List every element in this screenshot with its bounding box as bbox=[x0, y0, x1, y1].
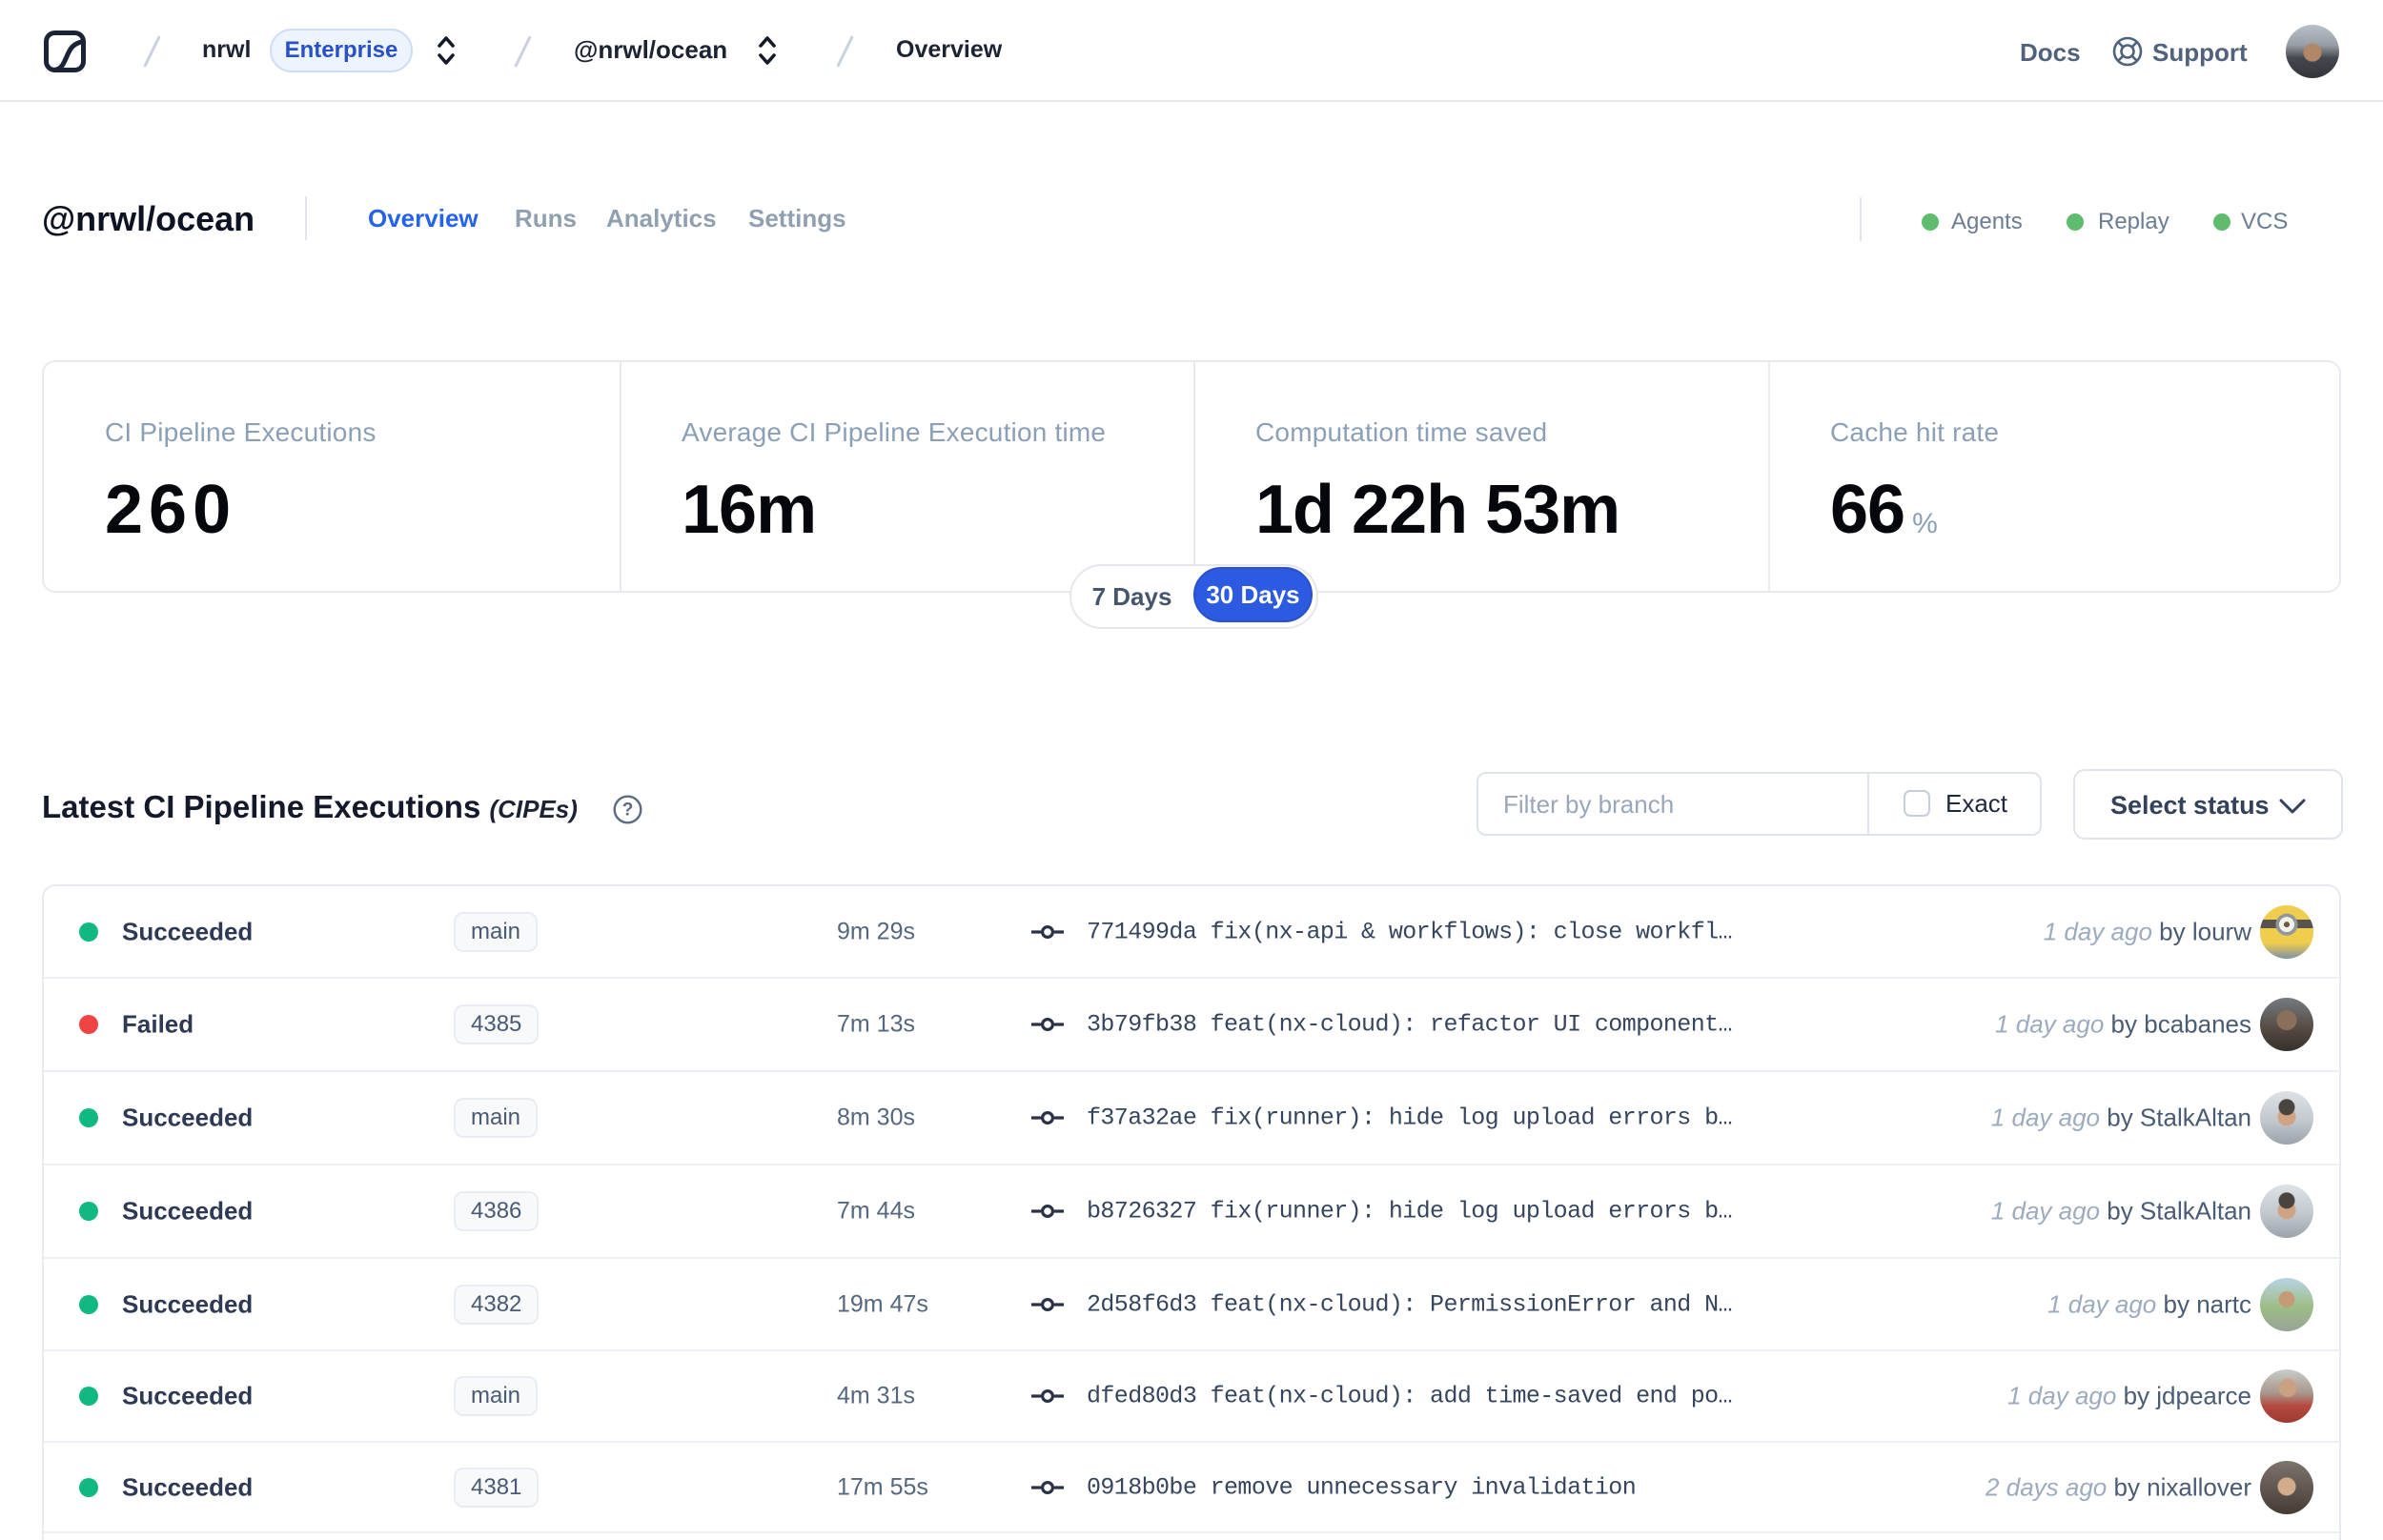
svg-text:?: ? bbox=[622, 800, 634, 821]
